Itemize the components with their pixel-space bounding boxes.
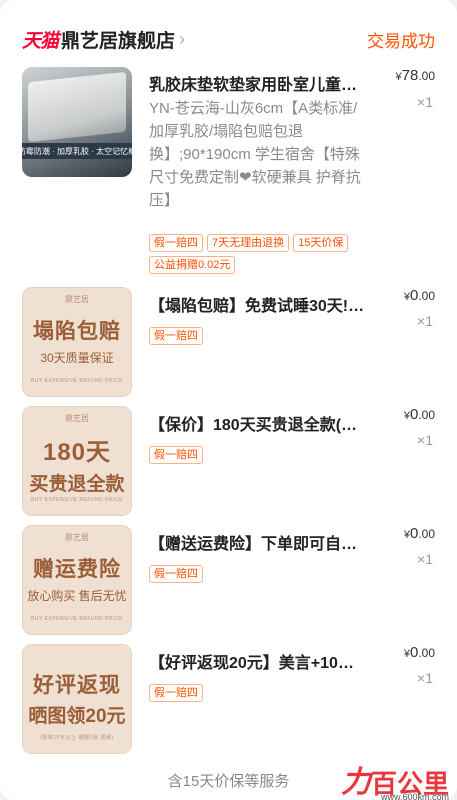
product-title[interactable]: 【保价】180天买贵退全款(… bbox=[149, 411, 365, 435]
order-item-service[interactable]: 鼎艺居 塌陷包赔 30天质量保证 BUY EXPENSIVE REFUND PR… bbox=[22, 287, 435, 397]
service-tag[interactable]: 假一赔四 bbox=[149, 234, 203, 252]
tmall-logo: 天猫 bbox=[22, 30, 59, 52]
thumbnail-footnote: BUY EXPENSIVE REFUND PRICE bbox=[31, 616, 123, 622]
product-quantity: ×1 bbox=[417, 551, 433, 567]
product-title[interactable]: 乳胶床垫软垫家用卧室儿童宿舍… bbox=[149, 71, 365, 95]
order-item-mattress[interactable]: 防霉防潮 · 加厚乳胶 · 太空记忆棉 乳胶床垫软垫家用卧室儿童宿舍… ¥78.… bbox=[22, 67, 435, 282]
order-card: 天猫 鼎艺居旗舰店 › 交易成功 防霉防潮 · 加厚乳胶 · 太空记忆棉 乳胶床… bbox=[0, 0, 457, 800]
shop-link[interactable]: 天猫 鼎艺居旗舰店 › bbox=[22, 26, 185, 53]
product-quantity: ×1 bbox=[417, 670, 433, 686]
product-thumbnail[interactable]: 鼎艺居 180天 买贵退全款 BUY EXPENSIVE REFUND PRIC… bbox=[22, 406, 132, 516]
service-tag[interactable]: 假一赔四 bbox=[149, 565, 203, 583]
price-decimal: .00 bbox=[418, 408, 435, 422]
product-spec: YN-苍云海-山灰6cm【A类标准/加厚乳胶/塌陷包赔包退换】;90*190cm… bbox=[149, 100, 361, 209]
mattress-image bbox=[28, 71, 126, 143]
thumbnail-headline: 赠运费险 bbox=[33, 558, 121, 581]
service-tag[interactable]: 假一赔四 bbox=[149, 684, 203, 702]
product-price: ¥0.00 bbox=[404, 406, 435, 423]
product-quantity: ×1 bbox=[417, 313, 433, 329]
price-integer: 78 bbox=[401, 67, 419, 84]
thumbnail-headline: 塌陷包赔 bbox=[33, 320, 121, 343]
product-price: ¥0.00 bbox=[404, 644, 435, 661]
thumbnail-subline: 晒图领20元 bbox=[28, 706, 126, 727]
watermark-logo-icon: 力 bbox=[340, 766, 371, 799]
product-title[interactable]: 【好评返现20元】美言+10字… bbox=[149, 649, 365, 673]
product-title[interactable]: 【赠送运费险】下单即可自动… bbox=[149, 530, 365, 554]
product-price: ¥78.00 bbox=[396, 67, 436, 84]
thumbnail-headline: 180天 bbox=[42, 439, 112, 466]
shop-name[interactable]: 鼎艺居旗舰店 bbox=[61, 26, 175, 53]
thumbnail-subline: 30天质量保证 bbox=[40, 351, 114, 365]
product-thumbnail[interactable]: 鼎艺居 塌陷包赔 30天质量保证 BUY EXPENSIVE REFUND PR… bbox=[22, 287, 132, 397]
price-decimal: .00 bbox=[418, 69, 435, 83]
watermark-url: www.600km.com bbox=[380, 792, 449, 800]
thumbnail-subline: 买贵退全款 bbox=[29, 474, 125, 495]
thumbnail-footnote: BUY EXPENSIVE REFUND PRICE bbox=[31, 497, 123, 503]
product-title[interactable]: 【塌陷包赔】免费试睡30天!… bbox=[149, 292, 365, 316]
site-watermark: 力 百公里 www.600km.com bbox=[340, 766, 449, 800]
service-tag[interactable]: 假一赔四 bbox=[149, 327, 203, 345]
product-quantity: ×1 bbox=[417, 94, 433, 110]
product-thumbnail[interactable]: 防霉防潮 · 加厚乳胶 · 太空记忆棉 bbox=[22, 67, 132, 177]
order-item-service[interactable]: 好评返现 晒图领20元 (限收15字以上·晒图3张·视频) 【好评返现20元】美… bbox=[22, 644, 435, 754]
product-thumbnail[interactable]: 鼎艺居 赠运费险 放心购买 售后无忧 BUY EXPENSIVE REFUND … bbox=[22, 525, 132, 635]
product-quantity: ×1 bbox=[417, 432, 433, 448]
product-price: ¥0.00 bbox=[404, 525, 435, 542]
chevron-right-icon[interactable]: › bbox=[179, 29, 185, 50]
service-tag[interactable]: 假一赔四 bbox=[149, 446, 203, 464]
service-tag[interactable]: 公益捐赠0.02元 bbox=[149, 256, 236, 274]
service-tags: 假一赔四 bbox=[149, 684, 203, 702]
service-tag[interactable]: 15天价保 bbox=[293, 234, 349, 252]
thumbnail-headline: 好评返现 bbox=[33, 674, 121, 697]
thumbnail-subline: 放心购买 售后无忧 bbox=[27, 589, 127, 603]
price-decimal: .00 bbox=[418, 527, 435, 541]
order-item-service[interactable]: 鼎艺居 赠运费险 放心购买 售后无忧 BUY EXPENSIVE REFUND … bbox=[22, 525, 435, 635]
price-decimal: .00 bbox=[418, 646, 435, 660]
service-tags: 假一赔四 7天无理由退换 15天价保 公益捐赠0.02元 bbox=[149, 234, 395, 274]
product-thumbnail[interactable]: 好评返现 晒图领20元 (限收15字以上·晒图3张·视频) bbox=[22, 644, 132, 754]
thumbnail-footnote: (限收15字以上·晒图3张·视频) bbox=[40, 735, 114, 741]
thumbnail-footnote: BUY EXPENSIVE REFUND PRICE bbox=[31, 378, 123, 384]
order-status: 交易成功 bbox=[367, 31, 435, 51]
service-tags: 假一赔四 bbox=[149, 327, 203, 345]
thumbnail-caption: 防霉防潮 · 加厚乳胶 · 太空记忆棉 bbox=[22, 143, 132, 159]
shop-header[interactable]: 天猫 鼎艺居旗舰店 › 交易成功 bbox=[22, 24, 435, 54]
service-tags: 假一赔四 bbox=[149, 446, 203, 464]
product-price: ¥0.00 bbox=[404, 287, 435, 304]
brand-logo: 鼎艺居 bbox=[65, 533, 89, 542]
order-item-service[interactable]: 鼎艺居 180天 买贵退全款 BUY EXPENSIVE REFUND PRIC… bbox=[22, 406, 435, 516]
service-tags: 假一赔四 bbox=[149, 565, 203, 583]
service-tag[interactable]: 7天无理由退换 bbox=[207, 234, 290, 252]
price-decimal: .00 bbox=[418, 289, 435, 303]
brand-logo: 鼎艺居 bbox=[65, 414, 89, 423]
brand-logo: 鼎艺居 bbox=[65, 295, 89, 304]
